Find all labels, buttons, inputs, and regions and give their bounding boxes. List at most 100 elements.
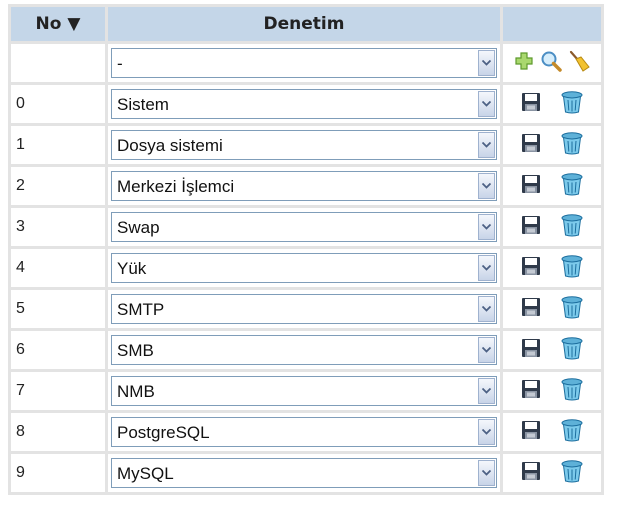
row-actions	[503, 290, 601, 328]
no-column-header[interactable]: No ▼	[11, 7, 105, 41]
floppy-disk-icon[interactable]	[521, 420, 541, 445]
chevron-down-icon[interactable]	[478, 91, 495, 117]
table-row: 5 SMTP	[11, 290, 601, 328]
chevron-down-icon[interactable]	[478, 337, 495, 363]
chevron-down-icon[interactable]	[478, 255, 495, 281]
filter-select-cell: -	[108, 44, 500, 82]
monitor-select-value: MySQL	[117, 464, 174, 483]
trash-can-icon[interactable]	[561, 459, 583, 488]
floppy-disk-icon[interactable]	[521, 461, 541, 486]
monitor-rows: 0 Sistem 1 Dosya sistemi 2 Merkezi İşlem…	[11, 85, 601, 492]
chevron-down-icon[interactable]	[478, 460, 495, 486]
trash-can-icon[interactable]	[561, 377, 583, 406]
row-number: 1	[11, 126, 105, 164]
chevron-down-icon[interactable]	[478, 378, 495, 404]
trash-can-icon[interactable]	[561, 131, 583, 160]
monitor-select-value: Swap	[117, 218, 160, 237]
floppy-disk-icon[interactable]	[521, 297, 541, 322]
filter-select[interactable]: -	[111, 48, 497, 78]
monitor-select-value: Sistem	[117, 95, 169, 114]
monitor-select[interactable]: Dosya sistemi	[111, 130, 497, 160]
trash-can-icon[interactable]	[561, 418, 583, 447]
row-number: 4	[11, 249, 105, 287]
filter-row: -	[11, 44, 601, 82]
monitor-select-value: Merkezi İşlemci	[117, 177, 235, 196]
row-actions	[503, 126, 601, 164]
monitor-select[interactable]: Sistem	[111, 89, 497, 119]
filter-actions	[503, 44, 601, 82]
magnifier-icon[interactable]	[540, 50, 562, 77]
filter-select-value: -	[117, 54, 123, 73]
monitor-select-value: Yük	[117, 259, 147, 278]
table-header-row: No ▼ Denetim	[11, 7, 601, 41]
row-select-cell: MySQL	[108, 454, 500, 492]
row-number: 7	[11, 372, 105, 410]
trash-can-icon[interactable]	[561, 254, 583, 283]
row-select-cell: Dosya sistemi	[108, 126, 500, 164]
table-row: 4 Yük	[11, 249, 601, 287]
monitor-select[interactable]: Yük	[111, 253, 497, 283]
monitor-select[interactable]: MySQL	[111, 458, 497, 488]
trash-can-icon[interactable]	[561, 295, 583, 324]
monitor-select-value: NMB	[117, 382, 155, 401]
chevron-down-icon[interactable]	[478, 132, 495, 158]
table-row: 1 Dosya sistemi	[11, 126, 601, 164]
table-row: 9 MySQL	[11, 454, 601, 492]
floppy-disk-icon[interactable]	[521, 256, 541, 281]
table-row: 8 PostgreSQL	[11, 413, 601, 451]
row-select-cell: PostgreSQL	[108, 413, 500, 451]
monitor-select[interactable]: PostgreSQL	[111, 417, 497, 447]
row-number: 6	[11, 331, 105, 369]
row-number: 8	[11, 413, 105, 451]
row-actions	[503, 85, 601, 123]
trash-can-icon[interactable]	[561, 172, 583, 201]
trash-can-icon[interactable]	[561, 336, 583, 365]
row-actions	[503, 331, 601, 369]
row-actions	[503, 167, 601, 205]
row-actions	[503, 413, 601, 451]
row-number: 5	[11, 290, 105, 328]
row-select-cell: Swap	[108, 208, 500, 246]
floppy-disk-icon[interactable]	[521, 92, 541, 117]
monitor-select-value: Dosya sistemi	[117, 136, 223, 155]
row-select-cell: SMB	[108, 331, 500, 369]
denetim-column-header: Denetim	[108, 7, 500, 41]
chevron-down-icon[interactable]	[478, 419, 495, 445]
row-actions	[503, 454, 601, 492]
row-select-cell: Merkezi İşlemci	[108, 167, 500, 205]
monitor-select-value: PostgreSQL	[117, 423, 210, 442]
floppy-disk-icon[interactable]	[521, 133, 541, 158]
broom-icon[interactable]	[568, 50, 590, 77]
floppy-disk-icon[interactable]	[521, 379, 541, 404]
row-actions	[503, 249, 601, 287]
trash-can-icon[interactable]	[561, 213, 583, 242]
monitor-select[interactable]: SMTP	[111, 294, 497, 324]
floppy-disk-icon[interactable]	[521, 174, 541, 199]
monitor-select[interactable]: NMB	[111, 376, 497, 406]
monitor-select[interactable]: SMB	[111, 335, 497, 365]
row-number: 0	[11, 85, 105, 123]
chevron-down-icon[interactable]	[478, 173, 495, 199]
table-row: 2 Merkezi İşlemci	[11, 167, 601, 205]
row-number: 2	[11, 167, 105, 205]
chevron-down-icon[interactable]	[478, 296, 495, 322]
table-row: 0 Sistem	[11, 85, 601, 123]
trash-can-icon[interactable]	[561, 90, 583, 119]
chevron-down-icon[interactable]	[478, 50, 495, 76]
row-select-cell: SMTP	[108, 290, 500, 328]
monitor-select[interactable]: Swap	[111, 212, 497, 242]
actions-column-header	[503, 7, 601, 41]
monitor-select-value: SMTP	[117, 300, 165, 319]
row-select-cell: Sistem	[108, 85, 500, 123]
table-row: 7 NMB	[11, 372, 601, 410]
plus-icon[interactable]	[514, 51, 534, 76]
floppy-disk-icon[interactable]	[521, 338, 541, 363]
row-select-cell: Yük	[108, 249, 500, 287]
filter-no-cell	[11, 44, 105, 82]
chevron-down-icon[interactable]	[478, 214, 495, 240]
row-actions	[503, 208, 601, 246]
monitor-table: No ▼ Denetim - 0 Sistem 1 Dosya sistemi …	[8, 4, 604, 495]
monitor-select[interactable]: Merkezi İşlemci	[111, 171, 497, 201]
floppy-disk-icon[interactable]	[521, 215, 541, 240]
row-number: 9	[11, 454, 105, 492]
